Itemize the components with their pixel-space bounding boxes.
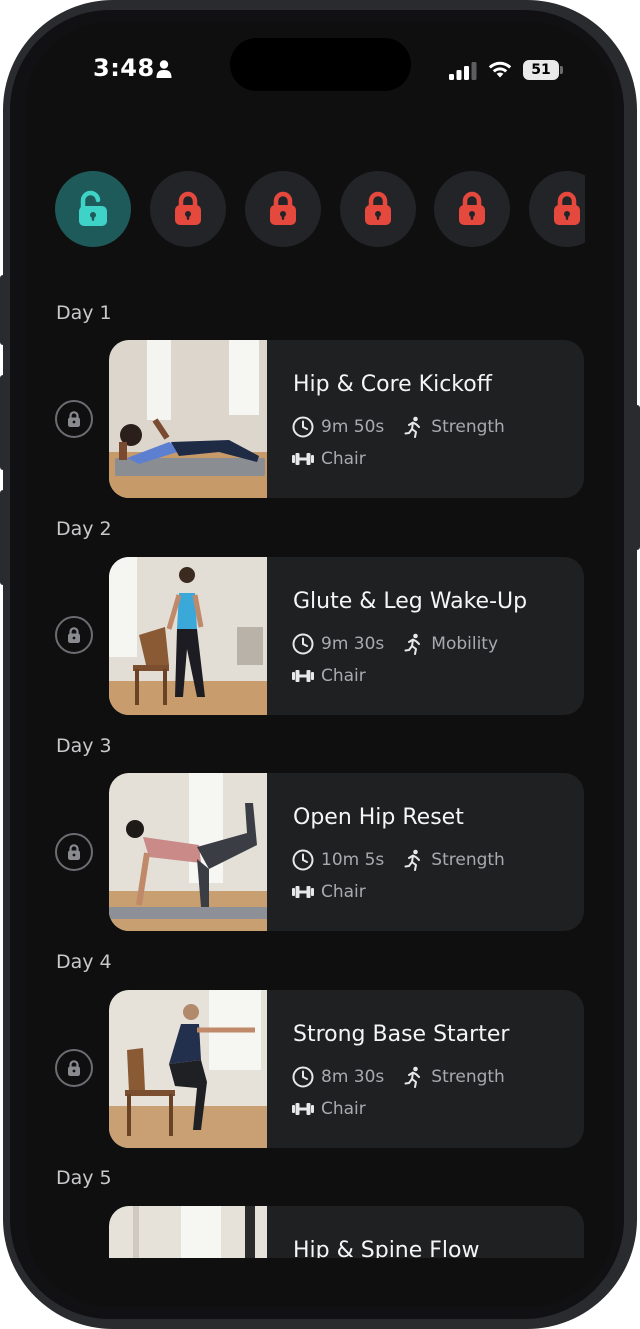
clock-icon	[292, 633, 314, 655]
workout-title: Open Hip Reset	[293, 805, 464, 830]
clock-icon	[292, 849, 314, 871]
running-person-icon	[404, 633, 421, 655]
workout-equipment: Chair	[321, 1099, 366, 1119]
lock-icon	[68, 626, 80, 643]
lock-icon	[68, 1059, 80, 1076]
running-person-icon	[404, 849, 421, 871]
row-lock-indicator	[55, 1049, 93, 1087]
workout-category: Strength	[431, 417, 505, 437]
workout-equipment: Chair	[321, 666, 366, 686]
clock-icon	[292, 416, 314, 438]
workout-card-day-4[interactable]: Strong Base Starter 8m 30s Strength Chai…	[109, 990, 584, 1148]
clock-icon	[292, 1066, 314, 1088]
workout-meta-row: 10m 5s Strength	[292, 849, 505, 871]
workout-duration: 9m 50s	[321, 417, 385, 437]
day-label: Day 1	[56, 302, 112, 324]
row-lock-indicator	[55, 616, 93, 654]
day-label: Day 3	[56, 735, 112, 757]
dumbbell-icon	[292, 1103, 314, 1115]
day-label: Day 4	[56, 951, 112, 973]
lock-icon	[68, 410, 80, 427]
workout-duration: 8m 30s	[321, 1067, 385, 1087]
day-label: Day 2	[56, 518, 112, 540]
dumbbell-icon	[292, 453, 314, 465]
workout-category: Mobility	[431, 634, 499, 654]
workout-card-day-1[interactable]: Hip & Core Kickoff 9m 50s Strength Chair	[109, 340, 584, 498]
workout-equipment-row: Chair	[292, 448, 366, 470]
day-label: Day 5	[56, 1167, 112, 1189]
running-person-icon	[404, 1066, 421, 1088]
lock-icon	[68, 843, 80, 860]
running-person-icon	[404, 416, 421, 438]
workout-equipment: Chair	[321, 449, 366, 469]
workout-list: Day 1 Hip & Core Kickoff 9m 50s Strength…	[0, 0, 640, 1258]
row-lock-indicator	[55, 833, 93, 871]
workout-thumbnail-kneeling-kickback	[109, 773, 267, 931]
workout-title: Glute & Leg Wake-Up	[293, 589, 528, 614]
workout-card-day-5[interactable]: Hip & Spine Flow	[109, 1206, 584, 1258]
workout-card-day-2[interactable]: Glute & Leg Wake-Up 9m 30s Mobility Chai…	[109, 557, 584, 715]
workout-category: Strength	[431, 850, 505, 870]
workout-meta-row: 9m 30s Mobility	[292, 633, 498, 655]
row-lock-indicator	[55, 400, 93, 438]
workout-card-day-3[interactable]: Open Hip Reset 10m 5s Strength Chair	[109, 773, 584, 931]
workout-duration: 10m 5s	[321, 850, 385, 870]
workout-duration: 9m 30s	[321, 634, 385, 654]
workout-thumbnail-side-plank	[109, 340, 267, 498]
workout-equipment-row: Chair	[292, 881, 366, 903]
workout-thumbnail-hip-spine	[109, 1206, 267, 1258]
workout-meta-row: 8m 30s Strength	[292, 1066, 505, 1088]
workout-equipment: Chair	[321, 882, 366, 902]
workout-thumbnail-chair-squat	[109, 990, 267, 1148]
workout-title: Strong Base Starter	[293, 1022, 510, 1047]
workout-title: Hip & Core Kickoff	[293, 372, 492, 397]
dumbbell-icon	[292, 670, 314, 682]
workout-title: Hip & Spine Flow	[293, 1238, 480, 1258]
workout-thumbnail-standing-chair	[109, 557, 267, 715]
workout-equipment-row: Chair	[292, 1098, 366, 1120]
dumbbell-icon	[292, 886, 314, 898]
workout-category: Strength	[431, 1067, 505, 1087]
workout-meta-row: 9m 50s Strength	[292, 416, 505, 438]
workout-equipment-row: Chair	[292, 665, 366, 687]
